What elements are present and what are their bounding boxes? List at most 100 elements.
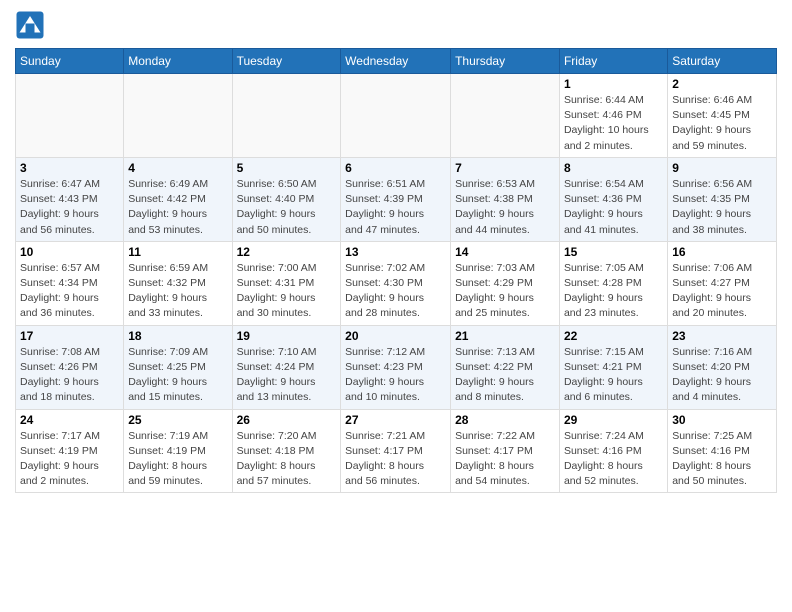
header <box>15 10 777 40</box>
day-number: 6 <box>345 161 446 175</box>
day-info: Sunrise: 7:06 AM Sunset: 4:27 PM Dayligh… <box>672 261 772 322</box>
day-number: 12 <box>237 245 337 259</box>
calendar-cell: 28 Sunrise: 7:22 AM Sunset: 4:17 PM Dayli… <box>451 409 560 493</box>
day-number: 24 <box>20 413 119 427</box>
calendar-header-row: SundayMondayTuesdayWednesdayThursdayFrid… <box>16 49 777 74</box>
calendar-cell <box>16 74 124 158</box>
day-number: 4 <box>128 161 227 175</box>
day-info: Sunrise: 6:47 AM Sunset: 4:43 PM Dayligh… <box>20 177 119 238</box>
day-number: 1 <box>564 77 663 91</box>
calendar-cell: 13 Sunrise: 7:02 AM Sunset: 4:30 PM Dayli… <box>341 241 451 325</box>
weekday-header: Thursday <box>451 49 560 74</box>
day-number: 7 <box>455 161 555 175</box>
logo-icon <box>15 10 45 40</box>
day-info: Sunrise: 6:44 AM Sunset: 4:46 PM Dayligh… <box>564 93 663 154</box>
day-info: Sunrise: 7:05 AM Sunset: 4:28 PM Dayligh… <box>564 261 663 322</box>
logo <box>15 10 49 40</box>
day-number: 2 <box>672 77 772 91</box>
day-number: 23 <box>672 329 772 343</box>
calendar-cell: 29 Sunrise: 7:24 AM Sunset: 4:16 PM Dayli… <box>559 409 667 493</box>
day-info: Sunrise: 7:13 AM Sunset: 4:22 PM Dayligh… <box>455 345 555 406</box>
calendar-cell: 15 Sunrise: 7:05 AM Sunset: 4:28 PM Dayli… <box>559 241 667 325</box>
calendar-week-row: 17 Sunrise: 7:08 AM Sunset: 4:26 PM Dayli… <box>16 325 777 409</box>
day-info: Sunrise: 6:54 AM Sunset: 4:36 PM Dayligh… <box>564 177 663 238</box>
calendar-cell <box>124 74 232 158</box>
day-number: 13 <box>345 245 446 259</box>
calendar-cell: 5Sunrise: 6:50 AM Sunset: 4:40 PM Daylig… <box>232 157 341 241</box>
calendar-cell: 1 Sunrise: 6:44 AM Sunset: 4:46 PM Daylig… <box>559 74 667 158</box>
calendar-cell: 9 Sunrise: 6:56 AM Sunset: 4:35 PM Daylig… <box>668 157 777 241</box>
day-number: 14 <box>455 245 555 259</box>
day-info: Sunrise: 7:22 AM Sunset: 4:17 PM Dayligh… <box>455 429 555 490</box>
day-info: Sunrise: 6:59 AM Sunset: 4:32 PM Dayligh… <box>128 261 227 322</box>
day-number: 5 <box>237 161 337 175</box>
day-info: Sunrise: 7:16 AM Sunset: 4:20 PM Dayligh… <box>672 345 772 406</box>
weekday-header: Saturday <box>668 49 777 74</box>
day-number: 3 <box>20 161 119 175</box>
day-info: Sunrise: 6:49 AM Sunset: 4:42 PM Dayligh… <box>128 177 227 238</box>
calendar: SundayMondayTuesdayWednesdayThursdayFrid… <box>15 48 777 493</box>
calendar-week-row: 1 Sunrise: 6:44 AM Sunset: 4:46 PM Daylig… <box>16 74 777 158</box>
day-number: 26 <box>237 413 337 427</box>
calendar-cell: 7 Sunrise: 6:53 AM Sunset: 4:38 PM Daylig… <box>451 157 560 241</box>
day-info: Sunrise: 7:09 AM Sunset: 4:25 PM Dayligh… <box>128 345 227 406</box>
day-number: 10 <box>20 245 119 259</box>
calendar-cell: 6 Sunrise: 6:51 AM Sunset: 4:39 PM Daylig… <box>341 157 451 241</box>
calendar-cell: 8 Sunrise: 6:54 AM Sunset: 4:36 PM Daylig… <box>559 157 667 241</box>
day-info: Sunrise: 7:17 AM Sunset: 4:19 PM Dayligh… <box>20 429 119 490</box>
calendar-cell: 24 Sunrise: 7:17 AM Sunset: 4:19 PM Dayli… <box>16 409 124 493</box>
weekday-header: Tuesday <box>232 49 341 74</box>
calendar-cell: 16Sunrise: 7:06 AM Sunset: 4:27 PM Dayli… <box>668 241 777 325</box>
calendar-cell: 19Sunrise: 7:10 AM Sunset: 4:24 PM Dayli… <box>232 325 341 409</box>
day-number: 28 <box>455 413 555 427</box>
day-info: Sunrise: 7:15 AM Sunset: 4:21 PM Dayligh… <box>564 345 663 406</box>
calendar-cell <box>451 74 560 158</box>
calendar-cell: 18 Sunrise: 7:09 AM Sunset: 4:25 PM Dayli… <box>124 325 232 409</box>
calendar-cell: 30 Sunrise: 7:25 AM Sunset: 4:16 PM Dayli… <box>668 409 777 493</box>
day-info: Sunrise: 7:02 AM Sunset: 4:30 PM Dayligh… <box>345 261 446 322</box>
calendar-cell: 10Sunrise: 6:57 AM Sunset: 4:34 PM Dayli… <box>16 241 124 325</box>
weekday-header: Friday <box>559 49 667 74</box>
day-info: Sunrise: 6:56 AM Sunset: 4:35 PM Dayligh… <box>672 177 772 238</box>
weekday-header: Monday <box>124 49 232 74</box>
day-number: 15 <box>564 245 663 259</box>
day-info: Sunrise: 6:51 AM Sunset: 4:39 PM Dayligh… <box>345 177 446 238</box>
calendar-week-row: 3 Sunrise: 6:47 AM Sunset: 4:43 PM Daylig… <box>16 157 777 241</box>
day-info: Sunrise: 7:20 AM Sunset: 4:18 PM Dayligh… <box>237 429 337 490</box>
day-info: Sunrise: 7:25 AM Sunset: 4:16 PM Dayligh… <box>672 429 772 490</box>
calendar-cell: 12 Sunrise: 7:00 AM Sunset: 4:31 PM Dayli… <box>232 241 341 325</box>
day-info: Sunrise: 7:00 AM Sunset: 4:31 PM Dayligh… <box>237 261 337 322</box>
day-number: 29 <box>564 413 663 427</box>
calendar-cell <box>341 74 451 158</box>
calendar-week-row: 10Sunrise: 6:57 AM Sunset: 4:34 PM Dayli… <box>16 241 777 325</box>
weekday-header: Sunday <box>16 49 124 74</box>
day-number: 20 <box>345 329 446 343</box>
calendar-cell: 20 Sunrise: 7:12 AM Sunset: 4:23 PM Dayli… <box>341 325 451 409</box>
calendar-week-row: 24 Sunrise: 7:17 AM Sunset: 4:19 PM Dayli… <box>16 409 777 493</box>
day-info: Sunrise: 7:24 AM Sunset: 4:16 PM Dayligh… <box>564 429 663 490</box>
day-info: Sunrise: 7:08 AM Sunset: 4:26 PM Dayligh… <box>20 345 119 406</box>
calendar-cell: 21 Sunrise: 7:13 AM Sunset: 4:22 PM Dayli… <box>451 325 560 409</box>
day-info: Sunrise: 7:19 AM Sunset: 4:19 PM Dayligh… <box>128 429 227 490</box>
calendar-cell: 17 Sunrise: 7:08 AM Sunset: 4:26 PM Dayli… <box>16 325 124 409</box>
calendar-cell: 26 Sunrise: 7:20 AM Sunset: 4:18 PM Dayli… <box>232 409 341 493</box>
day-number: 22 <box>564 329 663 343</box>
page-container: SundayMondayTuesdayWednesdayThursdayFrid… <box>0 0 792 503</box>
calendar-cell: 27Sunrise: 7:21 AM Sunset: 4:17 PM Dayli… <box>341 409 451 493</box>
day-number: 17 <box>20 329 119 343</box>
day-info: Sunrise: 7:12 AM Sunset: 4:23 PM Dayligh… <box>345 345 446 406</box>
calendar-cell <box>232 74 341 158</box>
day-number: 19 <box>237 329 337 343</box>
day-number: 21 <box>455 329 555 343</box>
calendar-cell: 11Sunrise: 6:59 AM Sunset: 4:32 PM Dayli… <box>124 241 232 325</box>
day-number: 8 <box>564 161 663 175</box>
day-number: 25 <box>128 413 227 427</box>
day-info: Sunrise: 6:46 AM Sunset: 4:45 PM Dayligh… <box>672 93 772 154</box>
day-number: 30 <box>672 413 772 427</box>
calendar-cell: 22 Sunrise: 7:15 AM Sunset: 4:21 PM Dayli… <box>559 325 667 409</box>
day-info: Sunrise: 7:03 AM Sunset: 4:29 PM Dayligh… <box>455 261 555 322</box>
day-number: 9 <box>672 161 772 175</box>
calendar-cell: 2 Sunrise: 6:46 AM Sunset: 4:45 PM Daylig… <box>668 74 777 158</box>
day-number: 18 <box>128 329 227 343</box>
day-info: Sunrise: 6:53 AM Sunset: 4:38 PM Dayligh… <box>455 177 555 238</box>
